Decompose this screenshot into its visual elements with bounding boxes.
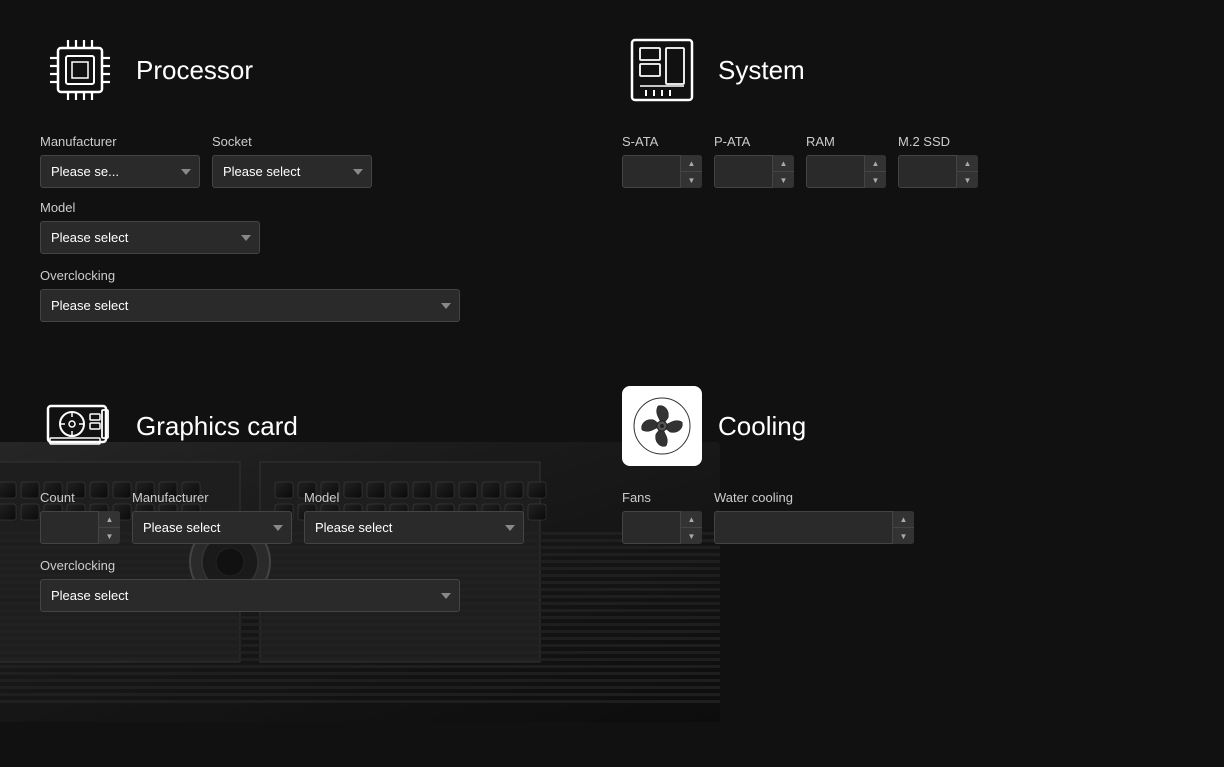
fans-up-arrow[interactable]: ▲ xyxy=(681,511,702,528)
system-icon xyxy=(622,30,702,110)
graphics-fields-row2: Overclocking Please select xyxy=(40,558,592,612)
overclocking-label: Overclocking xyxy=(40,268,460,283)
count-label: Count xyxy=(40,490,120,505)
processor-fields-row2: Overclocking Please select xyxy=(40,268,592,322)
processor-title: Processor xyxy=(136,55,253,86)
manufacturer-select[interactable]: Please se... xyxy=(40,155,200,188)
pata-label: P-ATA xyxy=(714,134,794,149)
ram-down-arrow[interactable]: ▼ xyxy=(865,172,886,188)
model-label: Model xyxy=(40,200,260,215)
water-cooling-spinner[interactable]: 0x ▲ ▼ xyxy=(714,511,914,544)
sata-spinner[interactable]: 0x ▲ ▼ xyxy=(622,155,702,188)
gpu-manufacturer-field-group: Manufacturer Please select xyxy=(132,490,292,544)
gpu-model-select[interactable]: Please select xyxy=(304,511,524,544)
gpu-overclocking-select[interactable]: Please select xyxy=(40,579,460,612)
fans-down-arrow[interactable]: ▼ xyxy=(681,528,702,544)
gpu-overclocking-label: Overclocking xyxy=(40,558,460,573)
graphics-header: Graphics card xyxy=(40,386,592,466)
model-select[interactable]: Please select xyxy=(40,221,260,254)
m2ssd-spinner[interactable]: 0x ▲ ▼ xyxy=(898,155,978,188)
processor-section: Processor Manufacturer Please se... Sock… xyxy=(30,20,612,356)
m2ssd-label: M.2 SSD xyxy=(898,134,978,149)
gpu-icon xyxy=(40,386,120,466)
m2ssd-field-group: M.2 SSD 0x ▲ ▼ xyxy=(898,134,978,188)
pata-arrows: ▲ ▼ xyxy=(772,155,794,188)
system-title: System xyxy=(718,55,805,86)
water-cooling-arrows: ▲ ▼ xyxy=(892,511,914,544)
cooling-header: Cooling xyxy=(622,386,1174,466)
system-fields-row1: S-ATA 0x ▲ ▼ P-ATA 0x ▲ ▼ xyxy=(622,134,1174,188)
ram-up-arrow[interactable]: ▲ xyxy=(865,155,886,172)
water-cooling-field-group: Water cooling 0x ▲ ▼ xyxy=(714,490,914,544)
count-down-arrow[interactable]: ▼ xyxy=(99,528,120,544)
graphics-section: Graphics card Count 1x ▲ ▼ Manufacturer … xyxy=(30,356,612,646)
processor-header: Processor xyxy=(40,30,592,110)
ram-label: RAM xyxy=(806,134,886,149)
fans-arrows: ▲ ▼ xyxy=(680,511,702,544)
sata-up-arrow[interactable]: ▲ xyxy=(681,155,702,172)
sata-field-group: S-ATA 0x ▲ ▼ xyxy=(622,134,702,188)
m2ssd-up-arrow[interactable]: ▲ xyxy=(957,155,978,172)
cooling-fields-row1: Fans 0x ▲ ▼ Water cooling 0x ▲ ▼ xyxy=(622,490,1174,544)
system-section: System S-ATA 0x ▲ ▼ P-ATA 0x ▲ xyxy=(612,20,1194,356)
count-arrows: ▲ ▼ xyxy=(98,511,120,544)
manufacturer-label: Manufacturer xyxy=(40,134,200,149)
pata-spinner[interactable]: 0x ▲ ▼ xyxy=(714,155,794,188)
manufacturer-field-group: Manufacturer Please se... xyxy=(40,134,200,188)
ram-arrows: ▲ ▼ xyxy=(864,155,886,188)
gpu-manufacturer-select[interactable]: Please select xyxy=(132,511,292,544)
graphics-title: Graphics card xyxy=(136,411,298,442)
graphics-fields-row1: Count 1x ▲ ▼ Manufacturer Please select … xyxy=(40,490,592,544)
pata-field-group: P-ATA 0x ▲ ▼ xyxy=(714,134,794,188)
gpu-manufacturer-label: Manufacturer xyxy=(132,490,292,505)
model-field-group: Model Please select xyxy=(40,200,260,254)
ram-field-group: RAM 0x ▲ ▼ xyxy=(806,134,886,188)
cooling-title: Cooling xyxy=(718,411,806,442)
pata-up-arrow[interactable]: ▲ xyxy=(773,155,794,172)
fans-spinner[interactable]: 0x ▲ ▼ xyxy=(622,511,702,544)
system-header: System xyxy=(622,30,1174,110)
pata-down-arrow[interactable]: ▼ xyxy=(773,172,794,188)
m2ssd-arrows: ▲ ▼ xyxy=(956,155,978,188)
overclocking-select[interactable]: Please select xyxy=(40,289,460,322)
fan-icon xyxy=(632,396,692,456)
cooling-icon-wrapper xyxy=(622,386,702,466)
socket-select[interactable]: Please select xyxy=(212,155,372,188)
cooling-section: Cooling Fans 0x ▲ ▼ Water cooling 0x xyxy=(612,356,1194,646)
socket-field-group: Socket Please select xyxy=(212,134,372,188)
m2ssd-down-arrow[interactable]: ▼ xyxy=(957,172,978,188)
gpu-model-field-group: Model Please select xyxy=(304,490,524,544)
count-up-arrow[interactable]: ▲ xyxy=(99,511,120,528)
fans-label: Fans xyxy=(622,490,702,505)
sata-arrows: ▲ ▼ xyxy=(680,155,702,188)
gpu-model-label: Model xyxy=(304,490,524,505)
sata-label: S-ATA xyxy=(622,134,702,149)
sata-down-arrow[interactable]: ▼ xyxy=(681,172,702,188)
water-cooling-up-arrow[interactable]: ▲ xyxy=(893,511,914,528)
processor-fields-row1: Manufacturer Please se... Socket Please … xyxy=(40,134,592,254)
gpu-overclocking-field-group: Overclocking Please select xyxy=(40,558,460,612)
water-cooling-label: Water cooling xyxy=(714,490,914,505)
ram-spinner[interactable]: 0x ▲ ▼ xyxy=(806,155,886,188)
water-cooling-input[interactable]: 0x xyxy=(714,511,914,544)
count-spinner[interactable]: 1x ▲ ▼ xyxy=(40,511,120,544)
cpu-icon xyxy=(40,30,120,110)
count-field-group: Count 1x ▲ ▼ xyxy=(40,490,120,544)
fans-field-group: Fans 0x ▲ ▼ xyxy=(622,490,702,544)
water-cooling-down-arrow[interactable]: ▼ xyxy=(893,528,914,544)
socket-label: Socket xyxy=(212,134,372,149)
overclocking-field-group: Overclocking Please select xyxy=(40,268,460,322)
